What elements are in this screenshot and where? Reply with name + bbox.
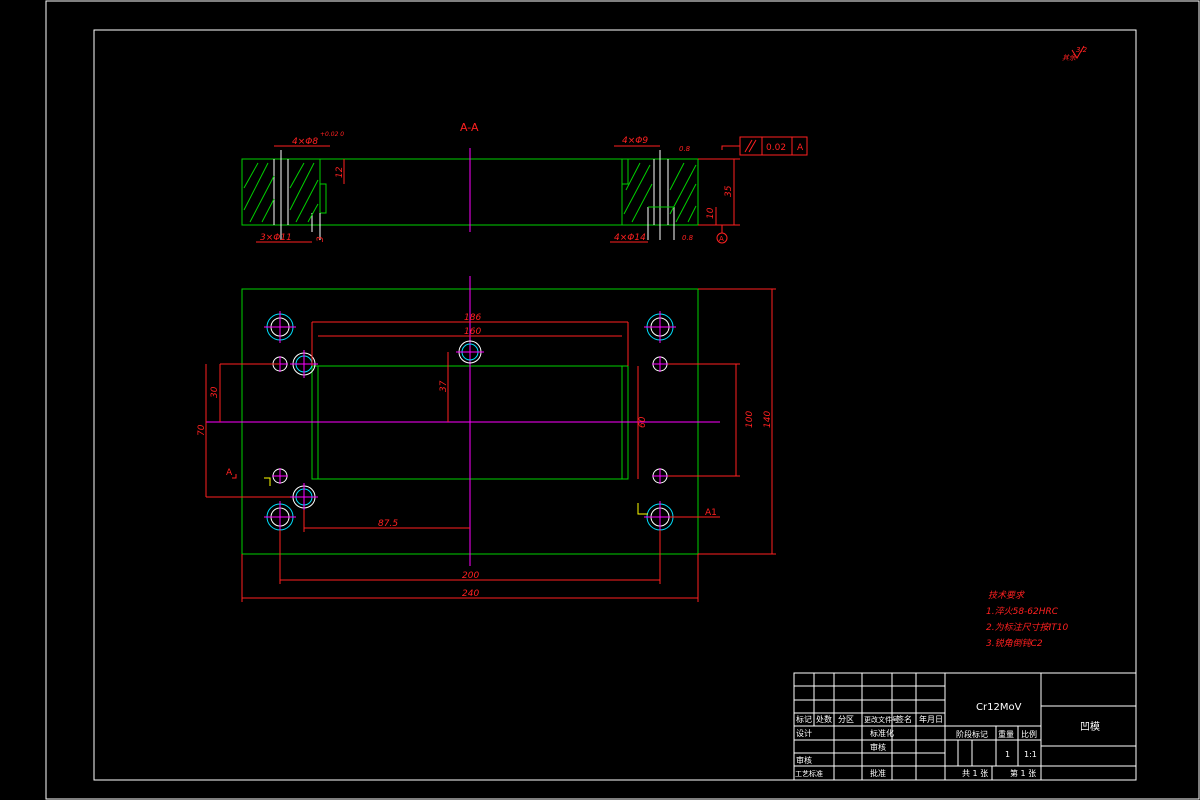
dim-35: 35 [724, 185, 734, 197]
tb-stage-label: 阶段标记 [956, 729, 988, 739]
tb-row-audit: 审核 [870, 742, 886, 752]
tb-scale-label: 比例 [1021, 729, 1037, 739]
dim-240: 240 [462, 589, 479, 599]
svg-text:A: A [797, 143, 804, 153]
roughness-symbol: 其余 3.2 [1062, 45, 1088, 62]
technical-requirements: 技术要求 1.淬火58-62HRC 2.为标注尺寸按IT10 3.锐角倒钝C2 [986, 590, 1068, 649]
dim-phi8-tolerance: +0.02 0 [320, 131, 344, 138]
dim-60: 60 [638, 416, 648, 428]
screw-hole-c [290, 483, 318, 511]
title-block: 标记 处数 分区 更改文件号 签名 年月日 设计 审核 工艺标准 标准化 审核 … [793, 672, 1137, 781]
dim-160: 160 [464, 327, 481, 337]
dim-10: 10 [706, 207, 716, 219]
tb-header-2: 分区 [838, 715, 854, 724]
cad-drawing: 其余 3.2 A-A 4×Φ8 +0.02 0 12 3×Φ11 3 4×Φ9 … [45, 0, 1200, 800]
section-mark-left: A [226, 468, 233, 478]
tb-row-standard: 标准化 [870, 728, 894, 738]
dim-87-5: 87.5 [378, 519, 398, 529]
tb-weight-value: 1 [1005, 750, 1010, 759]
tb-header-1: 处数 [816, 714, 832, 724]
tb-weight-label: 重量 [998, 729, 1014, 739]
screw-hole-a [290, 350, 318, 378]
dim-0-8-bottom: 0.8 [682, 234, 694, 242]
left-hatch-block [241, 150, 327, 240]
dim-12: 12 [335, 166, 345, 178]
svg-text:3.2: 3.2 [1076, 46, 1088, 54]
dim-37: 37 [439, 380, 449, 392]
datum-symbol: A [716, 225, 728, 244]
corner-hole-tr [644, 311, 676, 343]
tb-row-design: 设计 [796, 728, 812, 738]
pin-hole-l2 [272, 468, 288, 484]
tech-note-1: 1.淬火58-62HRC [986, 606, 1059, 617]
dim-0-8-top: 0.8 [679, 145, 691, 153]
section-title: A-A [460, 121, 479, 134]
flatness-tolerance-frame: 0.02 A [721, 136, 808, 156]
section-mark-right: A1 [705, 508, 717, 518]
tech-note-2: 2.为标注尺寸按IT10 [986, 622, 1068, 633]
tech-notes-title: 技术要求 [988, 590, 1025, 601]
dim-4x-phi14: 4×Φ14 [614, 233, 646, 243]
section-view: 4×Φ8 +0.02 0 12 3×Φ11 3 4×Φ9 0.8 35 10 4… [241, 131, 808, 244]
plan-view: A A1 186 160 37 30 70 60 100 140 87.5 20… [197, 276, 776, 602]
screw-hole-b [456, 340, 484, 364]
tb-header-3: 更改文件号 [864, 715, 899, 724]
tech-note-3: 3.锐角倒钝C2 [986, 638, 1043, 649]
tb-scale-value: 1:1 [1024, 750, 1037, 759]
pin-hole-r1 [652, 356, 668, 372]
svg-text:0.02: 0.02 [766, 143, 786, 153]
dim-186: 186 [464, 313, 481, 323]
pin-hole-r2 [652, 468, 668, 484]
tb-header-4: 签名 [896, 714, 912, 724]
tb-drawing-name: 凹模 [1080, 721, 1100, 733]
dim-30: 30 [210, 386, 220, 398]
corner-hole-bl [264, 501, 296, 533]
dim-3: 3 [316, 236, 326, 242]
dim-70: 70 [197, 424, 207, 436]
dim-4x-phi9: 4×Φ9 [622, 136, 648, 146]
dim-4x-phi8: 4×Φ8 [292, 137, 318, 147]
tb-sheet-no: 第 1 张 [1010, 768, 1036, 778]
right-hatch-block [621, 150, 699, 240]
svg-text:A: A [719, 235, 724, 243]
inner-frame-border [93, 29, 1137, 781]
tb-material: Cr12MoV [976, 702, 1022, 713]
dim-100: 100 [745, 411, 755, 428]
tb-row-process: 工艺标准 [795, 769, 823, 778]
tb-row-approve: 批准 [870, 768, 886, 778]
dim-140: 140 [763, 411, 773, 428]
dim-200: 200 [462, 571, 479, 581]
corner-hole-tl [264, 311, 296, 343]
tb-sheet-total: 共 1 张 [962, 769, 988, 778]
tb-row-review: 审核 [796, 755, 812, 765]
tb-header-0: 标记 [796, 714, 812, 724]
dim-3x-phi11: 3×Φ11 [260, 233, 292, 243]
tb-header-5: 年月日 [919, 714, 943, 724]
